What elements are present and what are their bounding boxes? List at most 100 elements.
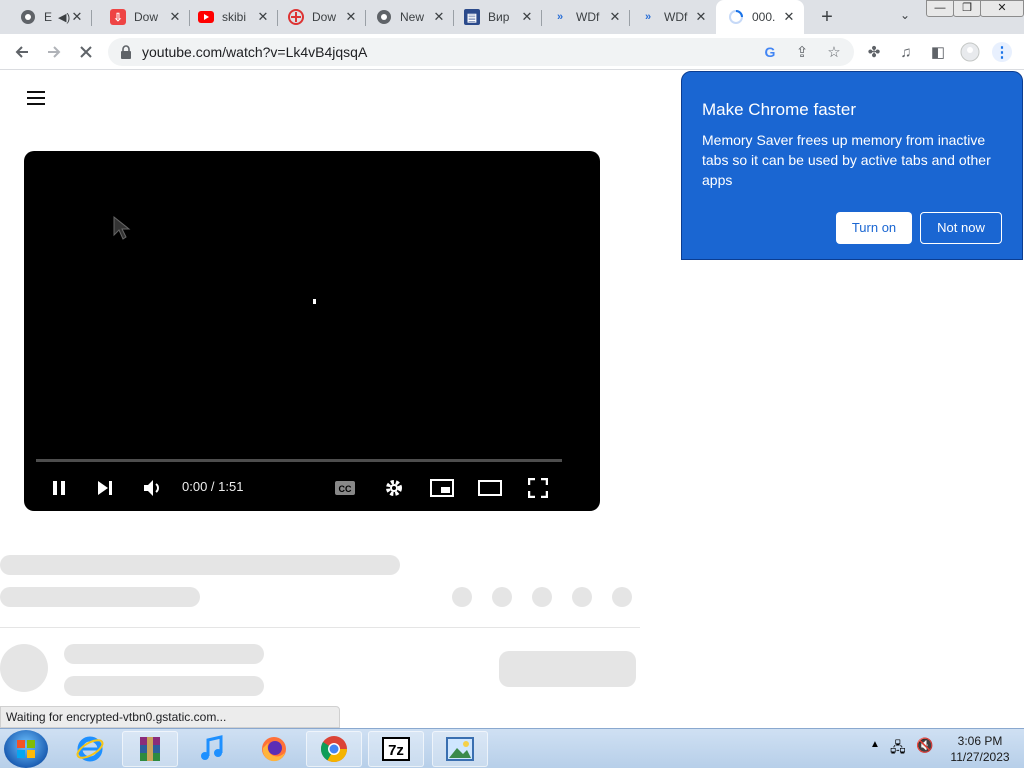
chrome-icon: [376, 9, 392, 25]
back-button[interactable]: [10, 40, 34, 64]
turn-on-button[interactable]: Turn on: [836, 212, 912, 244]
clock-time: 3:06 PM: [957, 734, 1003, 748]
close-icon[interactable]: ✕: [608, 10, 622, 24]
status-bubble: Waiting for encrypted-vtbn0.gstatic.com.…: [0, 706, 340, 728]
clock-date: 11/27/2023: [950, 750, 1010, 764]
download-icon: ⇩: [110, 9, 126, 25]
side-panel-icon[interactable]: ◧: [928, 42, 948, 62]
system-tray: ▲ 🖧 🔇: [866, 737, 946, 761]
time-display: 0:00 / 1:51: [182, 479, 244, 494]
youtube-icon: [198, 9, 214, 25]
7zip-icon: 7z: [382, 737, 410, 761]
internet-explorer-app[interactable]: [62, 731, 118, 767]
pause-icon: [53, 481, 65, 495]
loading-spinner: [313, 299, 316, 304]
volume-icon: [144, 480, 159, 496]
popup-title: Make Chrome faster: [702, 100, 856, 119]
stop-loading-button[interactable]: [74, 40, 98, 64]
tab-8-active[interactable]: 000. ✕: [716, 0, 804, 34]
video-player[interactable]: 0:00 / 1:51 CC: [24, 151, 600, 511]
tray-expand-icon[interactable]: ▲: [870, 739, 880, 750]
close-icon[interactable]: ✕: [782, 10, 796, 24]
skeleton-action: [452, 587, 472, 607]
bookmark-star-icon[interactable]: ☆: [824, 42, 844, 62]
fullscreen-icon: [528, 478, 548, 498]
new-tab-button[interactable]: +: [816, 6, 838, 28]
lock-icon: [121, 45, 131, 59]
progress-bar[interactable]: [36, 459, 562, 462]
skeleton-subscribe: [499, 651, 636, 687]
chrome-icon: [20, 9, 36, 25]
close-icon[interactable]: ✕: [256, 10, 270, 24]
tab-1[interactable]: ⇩ Dow ✕: [92, 0, 190, 34]
taskbar: 7z ▲ 🖧 🔇 3:06 PM 11/27/2023: [0, 728, 1024, 768]
tab-search-icon[interactable]: ⌄: [896, 8, 914, 26]
hamburger-menu-icon[interactable]: [27, 91, 45, 105]
tab-title: WDf: [576, 10, 600, 24]
close-icon[interactable]: ✕: [344, 10, 358, 24]
miniplayer-button[interactable]: [429, 475, 455, 501]
address-bar[interactable]: youtube.com/watch?v=Lk4vB4jqsqA G ⇪ ☆: [108, 38, 854, 66]
next-button[interactable]: [92, 475, 118, 501]
photo-viewer-app[interactable]: [432, 731, 488, 767]
close-icon[interactable]: ✕: [70, 10, 84, 24]
close-icon[interactable]: ✕: [520, 10, 534, 24]
window-controls: — ❐ ✕: [926, 0, 1024, 18]
arrow-left-icon: [15, 46, 28, 58]
captions-button[interactable]: CC: [332, 475, 358, 501]
popup-body: Memory Saver frees up memory from inacti…: [702, 132, 991, 188]
firefox-app[interactable]: [246, 731, 302, 767]
profile-avatar-icon[interactable]: [960, 42, 980, 62]
divider: [0, 627, 640, 628]
tab-0[interactable]: E ◀) ✕: [4, 0, 92, 34]
extensions-icon[interactable]: ✤: [864, 42, 884, 62]
svg-text:CC: CC: [339, 484, 352, 494]
share-icon[interactable]: ⇪: [792, 42, 812, 62]
chrome-app[interactable]: [306, 731, 362, 767]
windows-logo-icon: [17, 740, 35, 758]
skeleton-subtitle: [0, 587, 200, 607]
forward-button[interactable]: [42, 40, 66, 64]
tab-6[interactable]: » WDf ✕: [542, 0, 630, 34]
close-icon[interactable]: ✕: [168, 10, 182, 24]
restore-button[interactable]: ❐: [953, 0, 981, 17]
close-icon[interactable]: ✕: [694, 10, 708, 24]
close-icon[interactable]: ✕: [432, 10, 446, 24]
media-control-icon[interactable]: ♫: [896, 42, 916, 62]
theater-mode-button[interactable]: [477, 475, 503, 501]
chevron-icon: »: [644, 11, 652, 23]
itunes-app[interactable]: [184, 731, 240, 767]
gear-icon: [386, 480, 402, 496]
clock[interactable]: 3:06 PM 11/27/2023: [940, 733, 1020, 765]
tab-title: Dow: [134, 10, 158, 24]
firefox-icon: [262, 737, 286, 762]
not-now-button[interactable]: Not now: [920, 212, 1002, 244]
minimize-button[interactable]: —: [926, 0, 954, 17]
google-icon[interactable]: G: [760, 42, 780, 62]
winrar-app[interactable]: [122, 731, 178, 767]
speaker-icon: ◀): [58, 11, 71, 24]
tab-2[interactable]: skibi ✕: [190, 0, 278, 34]
menu-kebab-icon[interactable]: ⋮: [992, 42, 1012, 62]
skeleton-action: [612, 587, 632, 607]
settings-button[interactable]: [381, 475, 407, 501]
url-text: youtube.com/watch?v=Lk4vB4jqsqA: [142, 44, 368, 60]
tab-5[interactable]: ▤ Вир ✕: [454, 0, 542, 34]
network-icon[interactable]: 🖧: [890, 737, 906, 761]
start-button[interactable]: [4, 730, 48, 768]
volume-muted-icon[interactable]: 🔇: [916, 737, 933, 754]
7zip-app[interactable]: 7z: [368, 731, 424, 767]
chrome-icon: [320, 736, 348, 763]
skeleton-action: [492, 587, 512, 607]
fullscreen-button[interactable]: [525, 475, 551, 501]
miniplayer-icon: [430, 479, 454, 497]
tab-strip: E ◀) ✕ ⇩ Dow ✕ skibi ✕ Dow ✕ New ✕ ▤ Вир…: [0, 0, 1024, 34]
mouse-cursor-icon: [113, 215, 131, 240]
volume-button[interactable]: [140, 475, 166, 501]
site-icon: ▤: [464, 9, 480, 25]
close-window-button[interactable]: ✕: [980, 0, 1024, 17]
pause-button[interactable]: [46, 475, 72, 501]
tab-4[interactable]: New ✕: [366, 0, 454, 34]
tab-3[interactable]: Dow ✕: [278, 0, 366, 34]
tab-7[interactable]: » WDf ✕: [630, 0, 716, 34]
